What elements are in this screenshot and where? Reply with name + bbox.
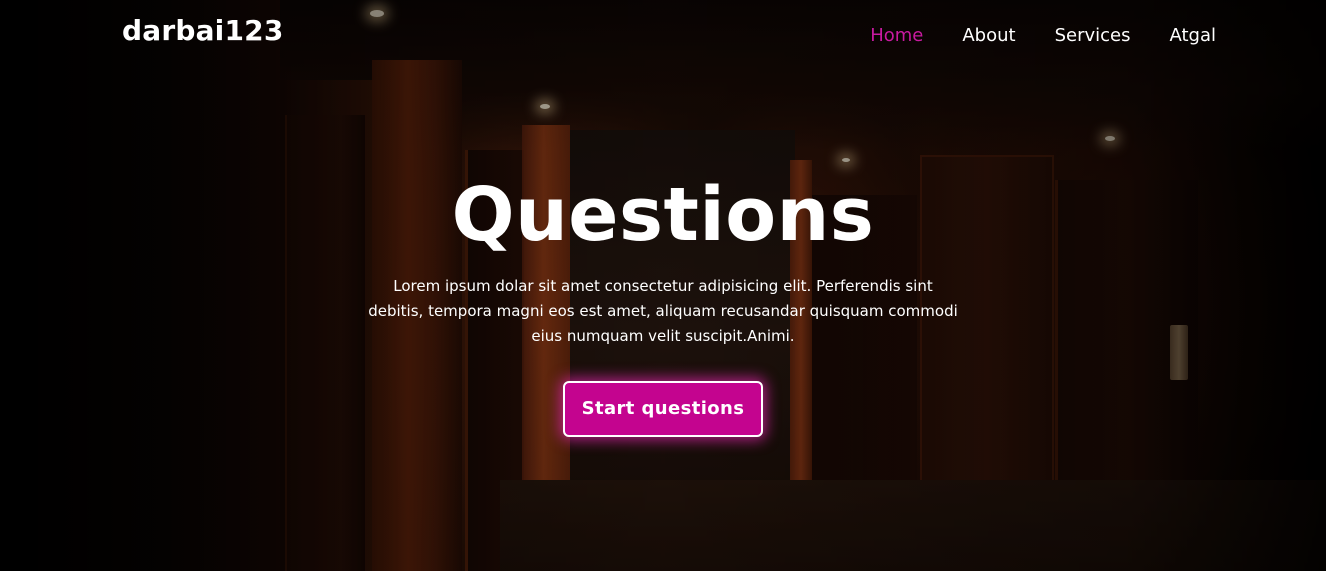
nav-item-about: About xyxy=(962,24,1015,48)
hero-content: Questions Lorem ipsum dolar sit amet con… xyxy=(0,170,1326,437)
nav-link-about[interactable]: About xyxy=(962,25,1015,46)
nav-item-atgal: Atgal xyxy=(1169,24,1216,48)
navbar: darbai123 Home About Services Atgal xyxy=(0,0,1326,72)
nav-item-home: Home xyxy=(870,24,923,48)
nav-item-services: Services xyxy=(1055,24,1131,48)
hero-section: darbai123 Home About Services Atgal Ques… xyxy=(0,0,1326,571)
start-questions-button[interactable]: Start questions xyxy=(562,381,764,437)
nav-link-atgal[interactable]: Atgal xyxy=(1169,25,1216,46)
hero-description: Lorem ipsum dolar sit amet consectetur a… xyxy=(368,277,958,345)
hero-title: Questions xyxy=(451,172,875,258)
nav-links: Home About Services Atgal xyxy=(870,24,1216,48)
brand-logo[interactable]: darbai123 xyxy=(122,14,284,47)
nav-link-home[interactable]: Home xyxy=(870,25,923,46)
nav-link-services[interactable]: Services xyxy=(1055,25,1131,46)
